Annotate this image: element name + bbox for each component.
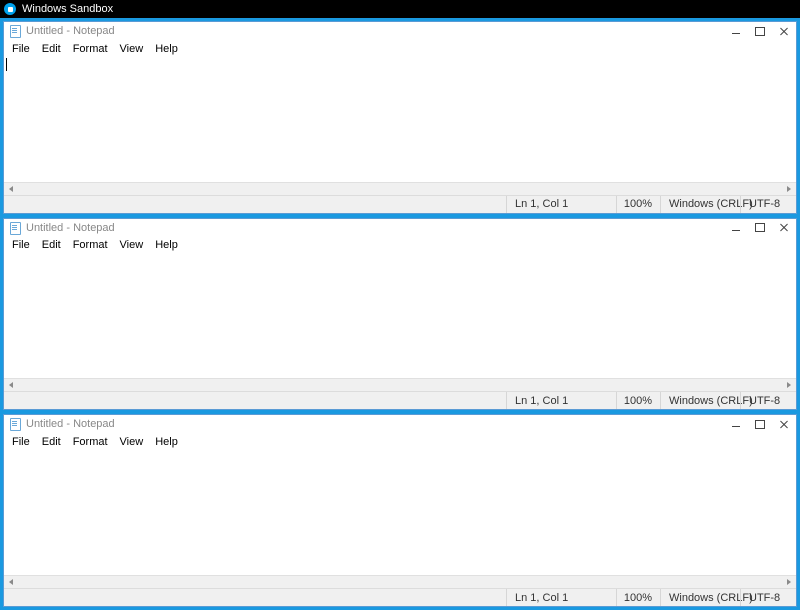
scroll-right-icon[interactable] [782, 182, 796, 195]
close-button[interactable] [772, 22, 796, 40]
status-spacer [4, 392, 506, 409]
notepad-icon [8, 24, 22, 38]
menu-help[interactable]: Help [149, 238, 184, 252]
status-line-col: Ln 1, Col 1 [506, 196, 616, 213]
maximize-button[interactable] [748, 219, 772, 237]
menu-help[interactable]: Help [149, 435, 184, 449]
horizontal-scrollbar[interactable] [4, 575, 796, 588]
status-zoom: 100% [616, 196, 660, 213]
notepad-window: Untitled - Notepad File Edit Format View… [3, 218, 797, 411]
notepad-textarea[interactable] [4, 254, 796, 379]
sandbox-titlebar[interactable]: Windows Sandbox [0, 0, 800, 18]
notepad-title: Untitled - Notepad [26, 222, 115, 234]
notepad-menubar: File Edit Format View Help [4, 433, 796, 450]
horizontal-scrollbar[interactable] [4, 378, 796, 391]
notepad-icon [8, 221, 22, 235]
horizontal-scrollbar[interactable] [4, 182, 796, 195]
menu-file[interactable]: File [6, 238, 36, 252]
notepad-statusbar: Ln 1, Col 1 100% Windows (CRLF) UTF-8 [4, 391, 796, 409]
menu-edit[interactable]: Edit [36, 435, 67, 449]
sandbox-desktop: Untitled - Notepad File Edit Format View… [0, 18, 800, 610]
status-line-col: Ln 1, Col 1 [506, 589, 616, 606]
notepad-statusbar: Ln 1, Col 1 100% Windows (CRLF) UTF-8 [4, 195, 796, 213]
scroll-left-icon[interactable] [4, 576, 18, 589]
notepad-window: Untitled - Notepad File Edit Format View… [3, 414, 797, 607]
sandbox-icon [4, 3, 16, 15]
menu-view[interactable]: View [114, 435, 150, 449]
menu-view[interactable]: View [114, 238, 150, 252]
status-zoom: 100% [616, 392, 660, 409]
notepad-statusbar: Ln 1, Col 1 100% Windows (CRLF) UTF-8 [4, 588, 796, 606]
notepad-window: Untitled - Notepad File Edit Format View… [3, 21, 797, 214]
status-encoding: UTF-8 [740, 392, 796, 409]
menu-file[interactable]: File [6, 435, 36, 449]
maximize-button[interactable] [748, 415, 772, 433]
notepad-title: Untitled - Notepad [26, 25, 115, 37]
scroll-left-icon[interactable] [4, 379, 18, 392]
menu-format[interactable]: Format [67, 238, 114, 252]
sandbox-title: Windows Sandbox [22, 3, 113, 15]
status-line-ending: Windows (CRLF) [660, 589, 740, 606]
close-button[interactable] [772, 415, 796, 433]
status-spacer [4, 589, 506, 606]
notepad-titlebar[interactable]: Untitled - Notepad [4, 415, 796, 433]
scroll-right-icon[interactable] [782, 379, 796, 392]
menu-format[interactable]: Format [67, 435, 114, 449]
scroll-right-icon[interactable] [782, 576, 796, 589]
status-encoding: UTF-8 [740, 589, 796, 606]
notepad-icon [8, 417, 22, 431]
notepad-textarea[interactable] [4, 57, 796, 182]
status-line-ending: Windows (CRLF) [660, 196, 740, 213]
menu-edit[interactable]: Edit [36, 238, 67, 252]
scroll-left-icon[interactable] [4, 182, 18, 195]
menu-help[interactable]: Help [149, 42, 184, 56]
text-caret [6, 58, 7, 71]
minimize-button[interactable] [724, 219, 748, 237]
status-line-col: Ln 1, Col 1 [506, 392, 616, 409]
menu-file[interactable]: File [6, 42, 36, 56]
notepad-titlebar[interactable]: Untitled - Notepad [4, 22, 796, 40]
notepad-textarea[interactable] [4, 450, 796, 575]
notepad-menubar: File Edit Format View Help [4, 40, 796, 57]
close-button[interactable] [772, 219, 796, 237]
menu-edit[interactable]: Edit [36, 42, 67, 56]
menu-view[interactable]: View [114, 42, 150, 56]
status-spacer [4, 196, 506, 213]
maximize-button[interactable] [748, 22, 772, 40]
status-line-ending: Windows (CRLF) [660, 392, 740, 409]
notepad-title: Untitled - Notepad [26, 418, 115, 430]
notepad-menubar: File Edit Format View Help [4, 237, 796, 254]
notepad-titlebar[interactable]: Untitled - Notepad [4, 219, 796, 237]
minimize-button[interactable] [724, 22, 748, 40]
status-encoding: UTF-8 [740, 196, 796, 213]
minimize-button[interactable] [724, 415, 748, 433]
status-zoom: 100% [616, 589, 660, 606]
menu-format[interactable]: Format [67, 42, 114, 56]
